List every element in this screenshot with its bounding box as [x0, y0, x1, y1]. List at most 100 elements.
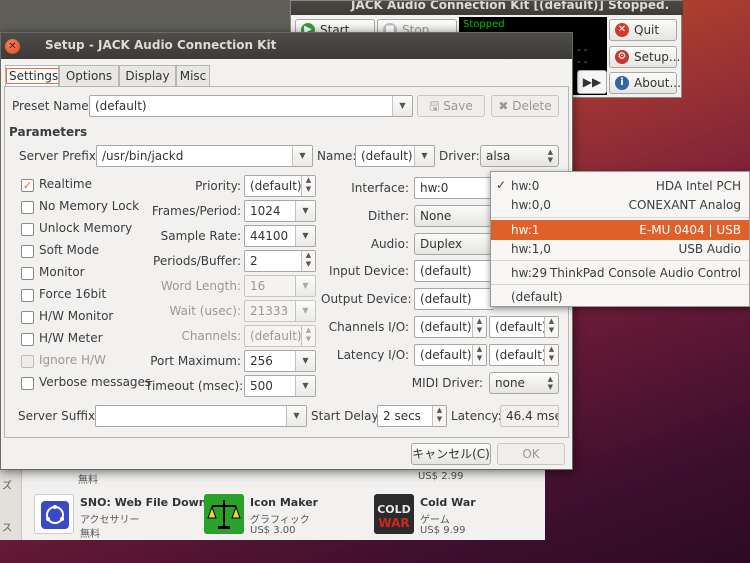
interface-combo[interactable]: hw:0: [414, 177, 494, 199]
latency-label: Latency:: [451, 409, 502, 423]
app-name: SNO: Web File Downl…: [80, 496, 222, 509]
periods-buffer-spinbox[interactable]: 2 ▲ ▼: [244, 250, 316, 272]
channels-in-spinbox[interactable]: (default) ▲ ▼: [414, 316, 487, 338]
input-device-combo[interactable]: (default): [414, 260, 494, 282]
audio-select[interactable]: Duplex: [414, 233, 494, 255]
latency-out-spinbox[interactable]: (default) ▲ ▼: [489, 344, 559, 366]
chevron-down-icon: ▼: [295, 351, 315, 371]
latency-io-label: Latency I/O:: [336, 348, 409, 362]
dialog-title: Setup - JACK Audio Connection Kit: [45, 38, 277, 52]
fast-forward-icon[interactable]: ▶▶: [577, 70, 607, 94]
server-prefix-combo[interactable]: /usr/bin/jackd ▼: [96, 145, 313, 167]
ignore-hw-checkbox[interactable]: [21, 355, 34, 368]
menu-item-hw29[interactable]: hw:29 ThinkPad Console Audio Control: [491, 263, 749, 283]
updown-icon: ▲ ▼: [547, 375, 553, 391]
channels-io-label: Channels I/O:: [328, 320, 409, 334]
dialog-titlebar: ✕ Setup - JACK Audio Connection Kit: [1, 33, 572, 59]
hw-monitor-checkbox[interactable]: [21, 311, 34, 324]
delete-icon: ✖: [498, 99, 509, 113]
app-category: ゲーム: [420, 515, 450, 526]
latency-display: 46.4 msec: [500, 405, 559, 427]
name-combo[interactable]: (default) ▼: [355, 145, 435, 167]
chevron-down-icon: ▼: [295, 376, 315, 396]
menu-item-hw1[interactable]: hw:1 E-MU 0404 | USB: [491, 220, 749, 240]
name-label: Name:: [317, 149, 357, 163]
output-device-combo[interactable]: (default): [414, 288, 494, 310]
start-delay-label: Start Delay:: [311, 409, 382, 423]
interface-label: Interface:: [351, 181, 409, 195]
driver-select[interactable]: alsa ▲ ▼: [480, 145, 559, 167]
server-suffix-combo[interactable]: ▼: [95, 405, 307, 427]
port-maximum-combo[interactable]: 256 ▼: [244, 350, 316, 372]
tab-options[interactable]: Options: [59, 65, 119, 87]
info-icon: i: [615, 76, 629, 90]
chevron-down-icon: ▼: [392, 96, 412, 116]
channels-out-spinbox[interactable]: (default) ▲ ▼: [489, 316, 559, 338]
sample-rate-combo[interactable]: 44100 ▼: [244, 225, 316, 247]
chevron-down-icon: ▼: [292, 146, 312, 166]
close-icon: ✕: [615, 23, 629, 37]
previous-price: US$ 2.99: [418, 471, 464, 482]
word-length-combo[interactable]: 16 ▼: [244, 275, 316, 297]
chevron-down-icon: ▼: [295, 201, 315, 221]
checkbox-label: H/W Monitor: [39, 309, 114, 323]
checkbox-label: Unlock Memory: [39, 221, 133, 235]
frames-period-combo[interactable]: 1024 ▼: [244, 200, 316, 222]
timeout-combo[interactable]: 500 ▼: [244, 375, 316, 397]
software-center-toolbar: [0, 0, 300, 36]
app-name: Icon Maker: [250, 496, 319, 509]
about-button[interactable]: i About...: [609, 72, 681, 94]
spin-arrows-icon: ▲ ▼: [301, 251, 315, 271]
ok-button[interactable]: OK: [497, 443, 565, 465]
menu-item-hw0[interactable]: ✓ hw:0 HDA Intel PCH: [491, 176, 749, 196]
driver-label: Driver:: [439, 149, 480, 163]
force-16bit-checkbox[interactable]: [21, 289, 34, 302]
save-icon: 🖫: [429, 99, 440, 113]
no-memory-lock-checkbox[interactable]: [21, 201, 34, 214]
monitor-checkbox[interactable]: [21, 267, 34, 280]
quit-button[interactable]: ✕ Quit: [609, 19, 677, 41]
interface-dropdown-menu: ✓ hw:0 HDA Intel PCH hw:0,0 CONEXANT Ana…: [490, 171, 750, 307]
sidebar-label: ス: [2, 523, 12, 534]
close-icon[interactable]: ✕: [5, 39, 20, 54]
menu-separator: [491, 217, 749, 218]
hw-meter-checkbox[interactable]: [21, 333, 34, 346]
unlock-memory-checkbox[interactable]: [21, 223, 34, 236]
tab-settings[interactable]: Settings: [5, 65, 62, 87]
preset-combo[interactable]: (default) ▼: [89, 95, 413, 117]
menu-item-hw1-0[interactable]: hw:1,0 USB Audio: [491, 239, 749, 259]
priority-spinbox[interactable]: (default) ▲ ▼: [244, 175, 316, 197]
app-price: US$ 3.00: [250, 525, 296, 536]
verbose-messages-checkbox[interactable]: [21, 377, 34, 390]
wait-usec-combo[interactable]: 21333 ▼: [244, 300, 316, 322]
svg-text:COLD: COLD: [377, 503, 411, 516]
channels-label: Channels:: [181, 329, 241, 343]
latency-in-spinbox[interactable]: (default) ▲ ▼: [414, 344, 487, 366]
soft-mode-checkbox[interactable]: [21, 245, 34, 258]
checkmark-icon: ✓: [496, 178, 507, 192]
wait-usec-label: Wait (usec):: [169, 304, 241, 318]
chevron-down-icon: ▼: [286, 406, 306, 426]
checkbox-label: Verbose messages: [39, 375, 152, 389]
checkbox-label: Monitor: [39, 265, 85, 279]
menu-item-default[interactable]: (default): [491, 287, 749, 307]
midi-driver-select[interactable]: none ▲ ▼: [489, 372, 559, 394]
tab-misc[interactable]: Misc: [176, 65, 210, 87]
delete-button[interactable]: ✖ Delete: [491, 95, 559, 117]
setup-button[interactable]: ⚙ Setup...: [609, 46, 680, 68]
channels-spinbox[interactable]: (default) ▲ ▼: [244, 325, 316, 347]
start-delay-spinbox[interactable]: 2 secs ▲ ▼: [377, 405, 447, 427]
chevron-down-icon: ▼: [295, 226, 315, 246]
dither-select[interactable]: None: [414, 205, 494, 227]
realtime-checkbox[interactable]: ✓: [21, 179, 34, 192]
tab-display[interactable]: Display: [119, 65, 176, 87]
app-category: グラフィック: [250, 515, 310, 526]
spin-arrows-icon: ▲ ▼: [544, 317, 558, 337]
menu-item-hw0-0[interactable]: hw:0,0 CONEXANT Analog: [491, 195, 749, 215]
previous-price: 無料: [78, 475, 98, 486]
cancel-button[interactable]: キャンセル(C): [411, 443, 491, 465]
chevron-down-icon: ▼: [295, 301, 315, 321]
checkbox-label: Realtime: [39, 177, 92, 191]
save-button[interactable]: 🖫 Save: [417, 95, 485, 117]
preset-label: Preset Name:: [12, 99, 93, 113]
